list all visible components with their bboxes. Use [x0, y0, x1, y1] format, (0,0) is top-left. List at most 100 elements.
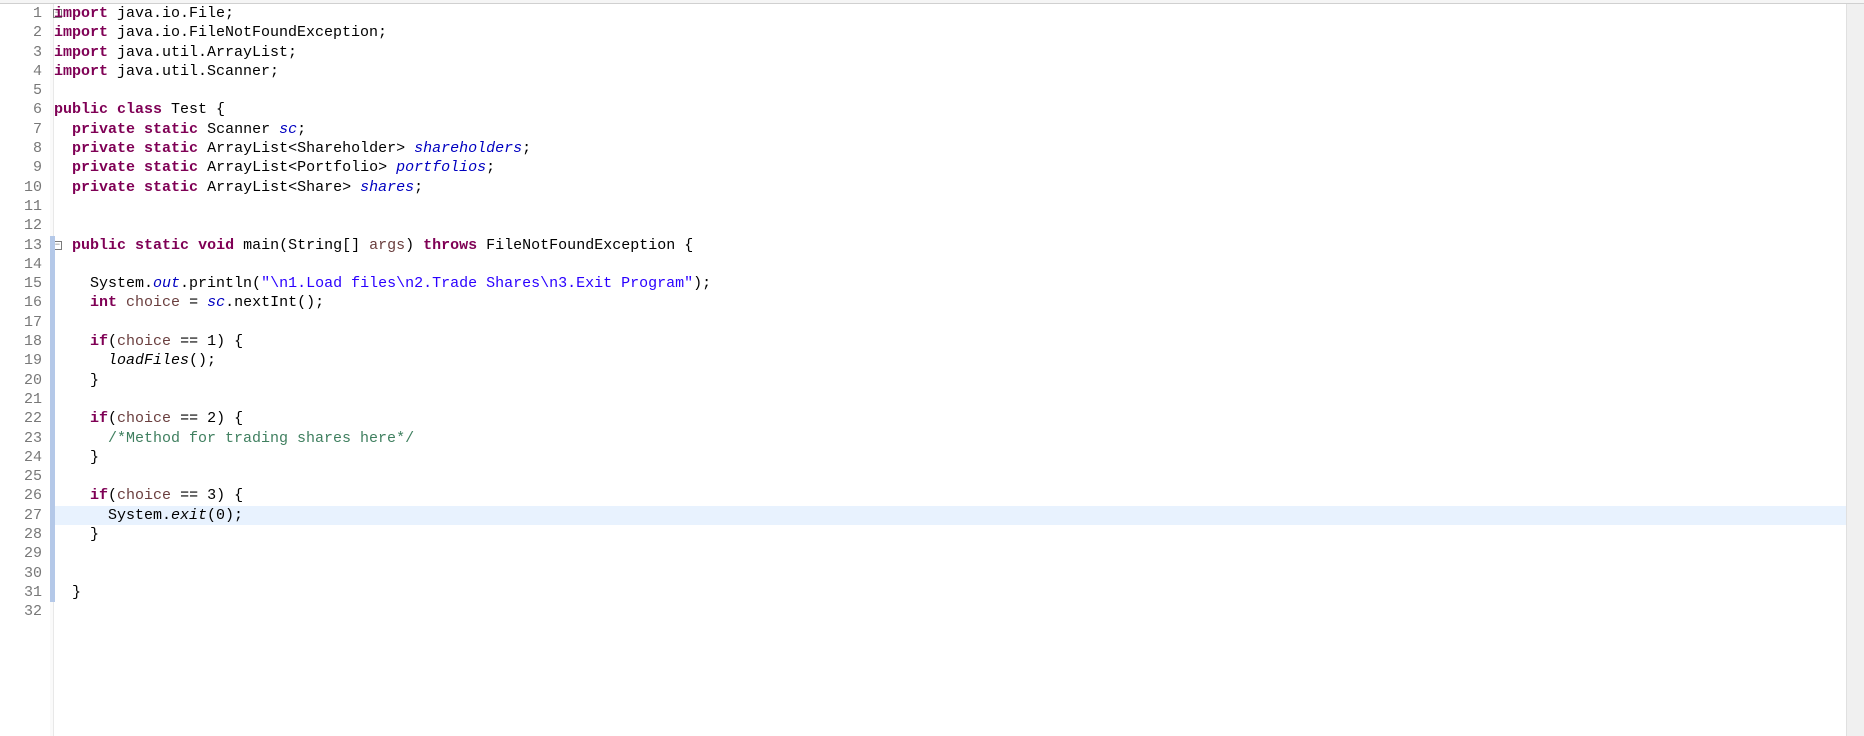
code-token: } [54, 372, 99, 389]
code-line[interactable]: private static ArrayList<Shareholder> sh… [50, 139, 1864, 158]
editor-window: 1−2345678910111213−141516171819202122232… [0, 0, 1864, 736]
code-line[interactable]: public static void main(String[] args) t… [50, 236, 1864, 255]
code-line[interactable] [50, 564, 1864, 583]
line-number[interactable]: 31 [0, 583, 48, 602]
code-token: import [54, 5, 108, 22]
code-line[interactable]: if(choice == 3) { [50, 486, 1864, 505]
line-number[interactable]: 22 [0, 409, 48, 428]
code-line[interactable]: } [50, 525, 1864, 544]
change-bar [50, 313, 55, 332]
code-token: ArrayList<Portfolio> [198, 159, 396, 176]
line-number[interactable]: 17 [0, 313, 48, 332]
code-line[interactable]: System.exit(0); [50, 506, 1864, 525]
line-number[interactable]: 23 [0, 429, 48, 448]
change-bar [50, 390, 55, 409]
code-line[interactable]: import java.io.File; [50, 4, 1864, 23]
code-line[interactable] [50, 216, 1864, 235]
line-number[interactable]: 25 [0, 467, 48, 486]
code-token: void [198, 237, 234, 254]
code-token [54, 179, 72, 196]
code-line[interactable]: loadFiles(); [50, 351, 1864, 370]
code-line[interactable]: public class Test { [50, 100, 1864, 119]
line-number[interactable]: 18 [0, 332, 48, 351]
code-token: (0); [207, 507, 243, 524]
code-token [54, 140, 72, 157]
code-line[interactable]: import java.util.Scanner; [50, 62, 1864, 81]
line-number[interactable]: 30 [0, 564, 48, 583]
line-number[interactable]: 4 [0, 62, 48, 81]
code-token: == 1) { [171, 333, 243, 350]
code-line[interactable]: } [50, 448, 1864, 467]
line-number[interactable]: 26 [0, 486, 48, 505]
code-line[interactable]: } [50, 583, 1864, 602]
code-token: private [72, 140, 135, 157]
code-token: == 3) { [171, 487, 243, 504]
code-token: == 2) { [171, 410, 243, 427]
code-line[interactable] [50, 81, 1864, 100]
line-number[interactable]: 7 [0, 120, 48, 139]
change-bar [50, 486, 55, 505]
line-number[interactable]: 3 [0, 43, 48, 62]
code-line[interactable] [50, 390, 1864, 409]
code-area[interactable]: import java.io.File;import java.io.FileN… [50, 4, 1864, 736]
line-number[interactable]: 14 [0, 255, 48, 274]
line-number[interactable]: 1− [0, 4, 48, 23]
code-line[interactable]: private static ArrayList<Share> shares; [50, 178, 1864, 197]
line-number[interactable]: 16 [0, 293, 48, 312]
code-token: ; [486, 159, 495, 176]
code-line[interactable] [50, 255, 1864, 274]
code-token [54, 237, 72, 254]
code-line[interactable] [50, 602, 1864, 621]
line-number[interactable]: 29 [0, 544, 48, 563]
line-number[interactable]: 8 [0, 139, 48, 158]
code-token: private [72, 121, 135, 138]
code-line[interactable] [50, 467, 1864, 486]
line-number[interactable]: 9 [0, 158, 48, 177]
line-number[interactable]: 24 [0, 448, 48, 467]
line-number[interactable]: 19 [0, 351, 48, 370]
change-bar [50, 274, 55, 293]
line-number[interactable]: 12 [0, 216, 48, 235]
code-line[interactable]: import java.util.ArrayList; [50, 43, 1864, 62]
code-token: main(String[] [234, 237, 369, 254]
line-number-gutter[interactable]: 1−2345678910111213−141516171819202122232… [0, 4, 50, 736]
code-line[interactable] [50, 544, 1864, 563]
code-token: System. [54, 275, 153, 292]
code-line[interactable]: private static Scanner sc; [50, 120, 1864, 139]
code-token: portfolios [396, 159, 486, 176]
code-token [135, 159, 144, 176]
code-token: throws [423, 237, 477, 254]
line-number[interactable]: 6 [0, 100, 48, 119]
line-number[interactable]: 11 [0, 197, 48, 216]
code-line[interactable]: private static ArrayList<Portfolio> port… [50, 158, 1864, 177]
code-line[interactable] [50, 197, 1864, 216]
code-line[interactable]: if(choice == 2) { [50, 409, 1864, 428]
line-number[interactable]: 5 [0, 81, 48, 100]
code-token: static [144, 121, 198, 138]
line-number[interactable]: 28 [0, 525, 48, 544]
line-number[interactable]: 15 [0, 274, 48, 293]
line-number[interactable]: 10 [0, 178, 48, 197]
change-bar [50, 332, 55, 351]
code-line[interactable] [50, 313, 1864, 332]
code-token: } [54, 584, 81, 601]
code-token: ArrayList<Shareholder> [198, 140, 414, 157]
line-number[interactable]: 21 [0, 390, 48, 409]
line-number[interactable]: 32 [0, 602, 48, 621]
line-number[interactable]: 13− [0, 236, 48, 255]
change-bar [50, 448, 55, 467]
code-line[interactable]: int choice = sc.nextInt(); [50, 293, 1864, 312]
code-line[interactable]: System.out.println("\n1.Load files\n2.Tr… [50, 274, 1864, 293]
code-line[interactable]: } [50, 371, 1864, 390]
vertical-scrollbar[interactable] [1846, 4, 1864, 736]
code-token: static [135, 237, 189, 254]
line-number[interactable]: 27 [0, 506, 48, 525]
line-number[interactable]: 20 [0, 371, 48, 390]
code-token [54, 333, 90, 350]
code-line[interactable]: import java.io.FileNotFoundException; [50, 23, 1864, 42]
code-line[interactable]: if(choice == 1) { [50, 332, 1864, 351]
line-number[interactable]: 2 [0, 23, 48, 42]
code-line[interactable]: /*Method for trading shares here*/ [50, 429, 1864, 448]
code-token: shareholders [414, 140, 522, 157]
code-editor[interactable]: 1−2345678910111213−141516171819202122232… [0, 4, 1864, 736]
